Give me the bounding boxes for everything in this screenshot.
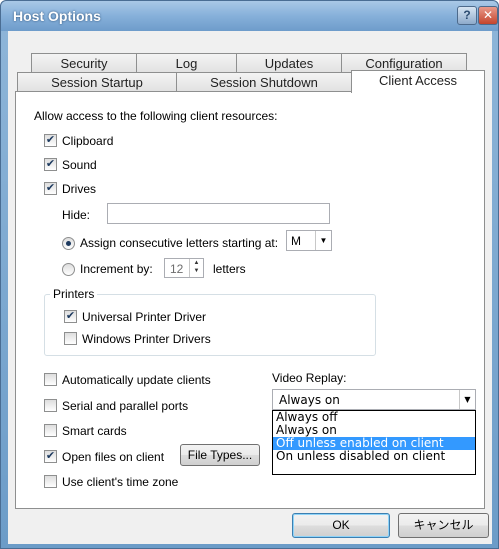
tab-security[interactable]: Security xyxy=(31,53,137,74)
auto-update-checkbox[interactable] xyxy=(44,373,57,386)
clipboard-checkbox[interactable]: ✔ xyxy=(44,134,57,147)
windows-printer-checkbox[interactable] xyxy=(64,332,77,345)
drives-checkbox[interactable]: ✔ xyxy=(44,182,57,195)
increment-label: Increment by: xyxy=(80,262,153,276)
hide-label: Hide: xyxy=(62,208,91,222)
printers-group-title: Printers xyxy=(50,287,98,301)
increment-stepper[interactable]: 12 ▲ ▼ xyxy=(164,258,204,278)
video-replay-label: Video Replay: xyxy=(272,371,347,385)
sound-checkbox[interactable]: ✔ xyxy=(44,158,57,171)
video-replay-select[interactable]: Always on ▼ xyxy=(272,389,476,410)
sound-label: Sound xyxy=(62,158,97,172)
letters-label: letters xyxy=(213,262,246,276)
stepper-down-icon[interactable]: ▼ xyxy=(190,267,203,275)
smart-cards-checkbox[interactable] xyxy=(44,424,57,437)
drive-letter-combo[interactable]: M ▼ xyxy=(286,230,332,251)
universal-printer-label: Universal Printer Driver xyxy=(82,310,207,324)
tab-log[interactable]: Log xyxy=(136,53,237,74)
serial-parallel-label: Serial and parallel ports xyxy=(62,399,189,413)
assign-letters-label: Assign consecutive letters starting at: xyxy=(80,236,279,250)
serial-parallel-checkbox[interactable] xyxy=(44,399,57,412)
host-options-window: Host Options ? ✕ Security Log Updates Co… xyxy=(0,0,499,549)
hide-input[interactable] xyxy=(107,203,330,224)
time-zone-label: Use client's time zone xyxy=(62,475,179,489)
auto-update-label: Automatically update clients xyxy=(62,373,211,387)
increment-value: 12 xyxy=(170,262,184,276)
video-replay-value: Always on xyxy=(279,393,340,407)
printers-group xyxy=(44,294,376,356)
increment-radio[interactable] xyxy=(62,263,75,276)
universal-printer-checkbox[interactable]: ✔ xyxy=(64,310,77,323)
window-title: Host Options xyxy=(13,8,101,24)
drives-label: Drives xyxy=(62,182,97,196)
file-types-button[interactable]: File Types... xyxy=(180,444,260,466)
smart-cards-label: Smart cards xyxy=(62,424,127,438)
tab-session-shutdown[interactable]: Session Shutdown xyxy=(176,72,352,93)
assign-letters-radio[interactable] xyxy=(62,237,75,250)
ok-button[interactable]: OK xyxy=(292,513,390,538)
close-button[interactable]: ✕ xyxy=(478,6,498,25)
drive-letter-value: M xyxy=(291,234,301,248)
open-files-label: Open files on client xyxy=(62,450,165,464)
intro-text: Allow access to the following client res… xyxy=(34,109,278,123)
time-zone-checkbox[interactable] xyxy=(44,475,57,488)
stepper-arrows-icon[interactable]: ▲ ▼ xyxy=(189,259,203,277)
stepper-up-icon[interactable]: ▲ xyxy=(190,259,203,267)
tab-session-startup[interactable]: Session Startup xyxy=(17,72,177,93)
windows-printer-label: Windows Printer Drivers xyxy=(82,332,211,346)
clipboard-label: Clipboard xyxy=(62,134,114,148)
tab-updates[interactable]: Updates xyxy=(236,53,342,74)
chevron-down-icon[interactable]: ▼ xyxy=(315,231,331,250)
tab-client-access[interactable]: Client Access xyxy=(351,70,485,93)
chevron-down-icon[interactable]: ▼ xyxy=(459,390,475,409)
cancel-button[interactable]: キャンセル xyxy=(398,513,489,538)
title-bar[interactable]: Host Options ? ✕ xyxy=(1,1,498,31)
video-replay-dropdown: Always off Always on Off unless enabled … xyxy=(272,410,476,475)
dropdown-option[interactable]: On unless disabled on client xyxy=(273,450,475,463)
help-button[interactable]: ? xyxy=(457,6,477,25)
open-files-checkbox[interactable]: ✔ xyxy=(44,450,57,463)
